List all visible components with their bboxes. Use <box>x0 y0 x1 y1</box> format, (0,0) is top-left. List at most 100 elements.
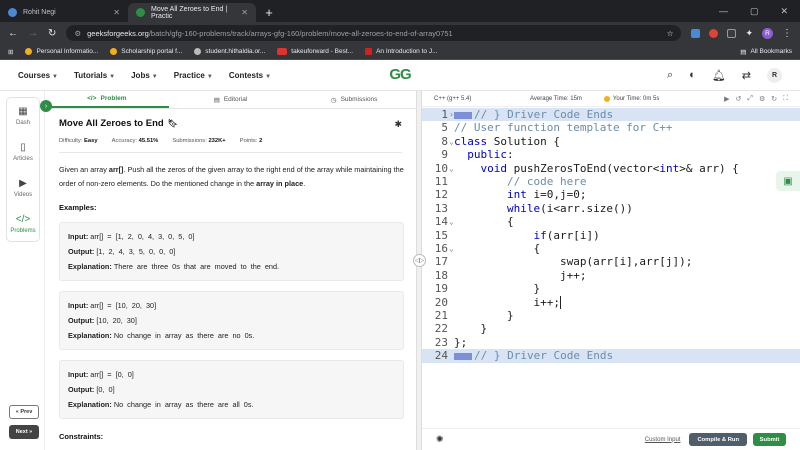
nav-practice[interactable]: Practice ▼ <box>174 71 213 80</box>
site-info-icon[interactable]: ⚙ <box>74 29 81 38</box>
extensions: ✦ R ⋮ <box>691 27 792 39</box>
collapse-rail-icon[interactable]: › <box>40 100 52 112</box>
code-line[interactable]: 17 swap(arr[i],arr[j]); <box>422 255 800 268</box>
browser-tab[interactable]: Rohit Negi ✕ <box>0 3 128 22</box>
code-text: } <box>454 322 488 336</box>
new-tab-icon[interactable]: + <box>260 3 278 21</box>
menu-icon[interactable]: ⋮ <box>782 28 792 39</box>
code-line[interactable]: 13 while(i<arr.size()) <box>422 202 800 215</box>
bookmark[interactable]: student.hithaldia.or... <box>194 48 265 55</box>
refresh-icon[interactable]: ↻ <box>771 95 777 103</box>
apps-icon[interactable]: ⊞ <box>8 48 13 56</box>
code-line[interactable]: 16 ⌄ { <box>422 242 800 255</box>
close-tab-icon[interactable]: ✕ <box>241 8 248 17</box>
bookmarks-bar: ⊞ Personal Informatio... Scholarship por… <box>0 44 800 60</box>
tab-editorial[interactable]: ▤ Editorial <box>169 91 293 108</box>
prev-button[interactable]: « Prev <box>9 405 39 419</box>
browser-tab-active[interactable]: Move All Zeroes to End | Practic ✕ <box>128 3 256 22</box>
code-line[interactable]: 21 } <box>422 309 800 322</box>
minimize-icon[interactable]: — <box>719 6 728 16</box>
code-line[interactable]: 9 public: <box>422 148 800 161</box>
problem-meta: Difficulty: Easy Accuracy: 45.51% Submis… <box>59 138 263 144</box>
theme-toggle-icon[interactable]: ◐ <box>689 69 696 81</box>
close-window-icon[interactable]: ✕ <box>780 6 788 17</box>
editor-actions: ▶ ↺ ⤢ ⚙ ↻ ⛶ <box>724 95 788 103</box>
code-line[interactable]: 8 ⌄ class Solution { <box>422 135 800 148</box>
profile-avatar[interactable]: R <box>762 27 773 39</box>
next-button[interactable]: Next » <box>9 425 39 439</box>
code-line[interactable]: 12 int i=0,j=0; <box>422 188 800 201</box>
nav-contests[interactable]: Contests ▼ <box>229 71 271 80</box>
code-line[interactable]: 20 i++; <box>422 295 800 309</box>
rail-item-dash[interactable]: ▦ Dash <box>7 98 39 134</box>
code-line[interactable]: 1 ›// } Driver Code Ends <box>422 108 800 122</box>
compile-run-button[interactable]: Compile & Run <box>689 433 747 446</box>
nav-courses[interactable]: Courses ▼ <box>18 71 58 80</box>
nav-tutorials[interactable]: Tutorials ▼ <box>74 71 115 80</box>
bookmark-icon[interactable]: 🔖︎ <box>168 119 178 128</box>
tab-problem[interactable]: </> Problem <box>45 91 169 108</box>
code-area[interactable]: 1 ›// } Driver Code Ends 5 // User function… <box>422 108 800 410</box>
problem-title: Move All Zeroes to End 🔖︎ <box>59 118 178 129</box>
code-line[interactable]: 14 ⌄ { <box>422 215 800 228</box>
bookmark[interactable]: takeuforward - Best... <box>277 48 353 55</box>
code-line[interactable]: 19 } <box>422 282 800 295</box>
fullscreen-icon[interactable]: ⤢ <box>747 95 753 103</box>
back-icon[interactable]: ← <box>8 28 18 39</box>
bookmark-icon <box>25 48 33 55</box>
search-icon[interactable]: ⌕ <box>667 69 673 82</box>
bookmark-star-icon[interactable]: ☆ <box>667 29 674 38</box>
book-icon: ▯ <box>20 142 26 153</box>
reload-icon[interactable]: ↻ <box>48 28 56 39</box>
translate-extension-icon[interactable] <box>691 28 701 38</box>
submit-button[interactable]: Submit <box>753 433 786 446</box>
chat-icon[interactable]: ▣ <box>776 171 800 191</box>
code-line[interactable]: 11 // code here <box>422 175 800 188</box>
bookmark[interactable]: An Introduction to J... <box>365 48 438 55</box>
settings-icon[interactable]: ⚙ <box>759 95 765 103</box>
forward-icon[interactable]: → <box>28 28 38 39</box>
browser-toolbar: ← → ↻ ⚙ geeksforgeeks.org/batch/gfg-160-… <box>0 22 800 44</box>
rail-item-videos[interactable]: ▶ Videos <box>7 170 39 206</box>
bookmark[interactable]: Scholarship portal f... <box>110 48 182 55</box>
play-timer-icon[interactable]: ▶ <box>724 95 729 103</box>
bookmark-icon <box>110 48 118 55</box>
extension-icon[interactable] <box>709 28 719 38</box>
nav-jobs[interactable]: Jobs ▼ <box>131 71 158 80</box>
custom-input-link[interactable]: Custom Input <box>645 437 681 443</box>
lightbulb-icon[interactable]: ✺ <box>436 434 444 445</box>
code-line[interactable]: 18 j++; <box>422 269 800 282</box>
line-number: 11 <box>434 175 448 188</box>
code-editor-panel: C++ (g++ 5.4) Average Time: 15m Your Tim… <box>422 91 800 450</box>
address-bar[interactable]: ⚙ geeksforgeeks.org/batch/gfg-160-proble… <box>66 25 682 41</box>
all-bookmarks[interactable]: ▤ All Bookmarks <box>740 48 792 56</box>
code-line[interactable]: 23}; <box>422 336 800 349</box>
bookmark[interactable]: Personal Informatio... <box>25 48 98 55</box>
code-line[interactable]: 15 if(arr[i]) <box>422 229 800 242</box>
url-host: geeksforgeeks.org <box>87 28 149 38</box>
rail-item-problems[interactable]: </> Problems <box>7 206 39 242</box>
code-line[interactable]: 5 // User function template for C++ <box>422 121 800 134</box>
language-select[interactable]: C++ (g++ 5.4) <box>434 96 516 102</box>
line-number: 21 <box>434 309 448 322</box>
resize-handle-icon[interactable]: ◁▷ <box>413 254 426 267</box>
tab-submissions[interactable]: ◷ Submissions <box>292 91 416 108</box>
user-avatar[interactable]: R <box>767 67 782 83</box>
difficulty-value: Easy <box>84 138 98 144</box>
code-line[interactable]: 22 } <box>422 322 800 335</box>
close-tab-icon[interactable]: ✕ <box>113 8 120 17</box>
gfg-logo[interactable]: GG <box>383 66 417 86</box>
bell-icon[interactable]: 🔔︎ <box>712 69 726 82</box>
extension-icon[interactable] <box>727 28 737 38</box>
report-bug-icon[interactable]: ✱ <box>394 119 402 130</box>
maximize-icon[interactable]: ▢ <box>750 6 759 17</box>
code-line[interactable]: 24 // } Driver Code Ends <box>422 349 800 363</box>
line-number: 17 <box>434 255 448 269</box>
code-text: class Solution { <box>454 134 560 148</box>
expand-icon[interactable]: ⛶ <box>783 95 788 103</box>
puzzle-icon[interactable]: ✦ <box>745 28 753 39</box>
reset-timer-icon[interactable]: ↺ <box>735 95 741 103</box>
translate-icon[interactable]: ⇄ <box>742 69 751 82</box>
code-line[interactable]: 10 ⌄ void pushZerosToEnd(vector<int>& arr… <box>422 162 800 175</box>
rail-item-articles[interactable]: ▯ Articles <box>7 134 39 170</box>
